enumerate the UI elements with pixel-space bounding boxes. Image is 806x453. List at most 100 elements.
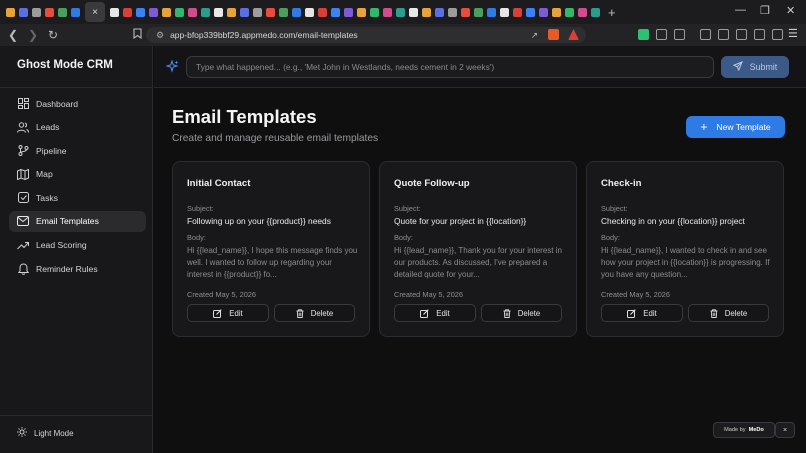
- close-badge-button[interactable]: ×: [775, 422, 795, 438]
- tab-favicon[interactable]: [357, 7, 366, 17]
- tab-favicon[interactable]: [461, 7, 470, 17]
- sidebar-item-map[interactable]: Map: [9, 164, 146, 185]
- brave-shield-icon[interactable]: [548, 29, 559, 40]
- subject-label: Subject:: [187, 204, 214, 213]
- maximize-icon[interactable]: ❐: [760, 4, 770, 17]
- sidebar-item-leads[interactable]: Leads: [9, 117, 146, 138]
- tab-favicon[interactable]: [279, 7, 288, 17]
- delete-button[interactable]: Delete: [688, 304, 769, 322]
- tab-favicon[interactable]: [565, 7, 574, 17]
- tab-favicon[interactable]: [409, 7, 418, 17]
- edit-button[interactable]: Edit: [187, 304, 269, 322]
- brand-title: Ghost Mode CRM: [17, 59, 113, 71]
- bookmark-icon[interactable]: [128, 28, 146, 42]
- delete-label: Delete: [724, 308, 748, 318]
- tab-favicon[interactable]: [396, 7, 405, 17]
- tab-favicon[interactable]: [188, 7, 197, 17]
- sidebar-item-dashboard[interactable]: Dashboard: [9, 93, 146, 114]
- extension-icon[interactable]: [656, 29, 667, 40]
- extension-icon[interactable]: [700, 29, 711, 40]
- tab-favicon[interactable]: [591, 7, 600, 17]
- command-input[interactable]: [186, 56, 714, 78]
- menu-icon[interactable]: ☰: [788, 27, 799, 40]
- tab-favicon[interactable]: [370, 7, 379, 17]
- tab-favicon[interactable]: [19, 7, 28, 17]
- tab-favicon[interactable]: [45, 7, 54, 17]
- tab-favicons: [4, 7, 82, 17]
- minimize-icon[interactable]: —: [735, 4, 746, 16]
- reload-icon[interactable]: ↻: [44, 28, 62, 42]
- back-icon[interactable]: ❮: [4, 28, 22, 42]
- tab-favicon[interactable]: [448, 7, 457, 17]
- delete-button[interactable]: Delete: [481, 304, 562, 322]
- made-by-badge[interactable]: Made by MeDo: [713, 422, 775, 438]
- edit-button[interactable]: Edit: [601, 304, 683, 322]
- tab-favicon[interactable]: [240, 7, 249, 17]
- tab-favicon[interactable]: [513, 7, 522, 17]
- template-subject: Quote for your project in {{location}}: [394, 216, 527, 226]
- tab-favicon[interactable]: [305, 7, 314, 17]
- tab-favicon[interactable]: [227, 7, 236, 17]
- address-bar[interactable]: ⚙ app-bfop339bbf29.appmedo.com/email-tem…: [146, 27, 586, 43]
- tab-favicon[interactable]: [383, 7, 392, 17]
- new-tab-button[interactable]: +: [608, 5, 616, 20]
- body-label: Body:: [187, 233, 206, 242]
- tab-favicon[interactable]: [526, 7, 535, 17]
- tab-favicon[interactable]: [331, 7, 340, 17]
- tab-favicon[interactable]: [123, 7, 132, 17]
- new-template-button[interactable]: + New Template: [686, 116, 785, 138]
- trash-icon: [503, 308, 511, 318]
- extension-icon[interactable]: [754, 29, 765, 40]
- submit-button[interactable]: Submit: [721, 56, 789, 78]
- sidebar-item-lead-scoring[interactable]: Lead Scoring: [9, 235, 146, 256]
- site-settings-icon[interactable]: ⚙: [156, 30, 164, 41]
- close-icon[interactable]: ×: [92, 7, 98, 18]
- url-text: app-bfop339bbf29.appmedo.com/email-templ…: [170, 30, 358, 40]
- bell-icon: [17, 263, 29, 275]
- tab-favicon[interactable]: [539, 7, 548, 17]
- sidebar-item-email-templates[interactable]: Email Templates: [9, 210, 146, 232]
- delete-button[interactable]: Delete: [274, 304, 355, 322]
- tab-favicon[interactable]: [292, 7, 301, 17]
- share-icon[interactable]: ↗: [531, 30, 538, 41]
- tab-favicon[interactable]: [162, 7, 171, 17]
- medo-logo: MeDo: [748, 427, 764, 433]
- tab-favicon[interactable]: [32, 7, 41, 17]
- close-window-icon[interactable]: ✕: [786, 4, 795, 17]
- extension-icon[interactable]: [736, 29, 747, 40]
- tab-favicon[interactable]: [214, 7, 223, 17]
- active-tab[interactable]: ×: [85, 2, 105, 22]
- tab-favicon[interactable]: [58, 7, 67, 17]
- tab-favicon[interactable]: [71, 7, 80, 17]
- sidebar-item-reminder-rules[interactable]: Reminder Rules: [9, 258, 146, 279]
- tab-favicon[interactable]: [344, 7, 353, 17]
- tab-favicon[interactable]: [318, 7, 327, 17]
- tab-favicon[interactable]: [474, 7, 483, 17]
- tab-favicon[interactable]: [136, 7, 145, 17]
- tab-favicon[interactable]: [435, 7, 444, 17]
- tab-favicon[interactable]: [422, 7, 431, 17]
- extension-icon[interactable]: [772, 29, 783, 40]
- edit-label: Edit: [643, 308, 657, 318]
- tab-favicon[interactable]: [578, 7, 587, 17]
- sidebar-item-tasks[interactable]: Tasks: [9, 187, 146, 208]
- extension-icon[interactable]: [674, 29, 685, 40]
- light-mode-toggle[interactable]: Light Mode: [17, 427, 74, 439]
- sidebar-item-pipeline[interactable]: Pipeline: [9, 140, 146, 161]
- tab-favicon[interactable]: [201, 7, 210, 17]
- sun-icon: [17, 427, 27, 439]
- extension-icon[interactable]: [718, 29, 729, 40]
- browser-tab-strip: × +: [0, 0, 806, 24]
- tab-favicon[interactable]: [487, 7, 496, 17]
- extension-icon[interactable]: [638, 29, 649, 40]
- tab-favicon[interactable]: [149, 7, 158, 17]
- tab-favicon[interactable]: [175, 7, 184, 17]
- tab-favicon[interactable]: [266, 7, 275, 17]
- tab-favicon[interactable]: [552, 7, 561, 17]
- tab-favicon[interactable]: [500, 7, 509, 17]
- tab-favicon[interactable]: [110, 7, 119, 17]
- tab-favicon[interactable]: [6, 7, 15, 17]
- forward-icon[interactable]: ❯: [24, 28, 42, 42]
- tab-favicon[interactable]: [253, 7, 262, 17]
- edit-button[interactable]: Edit: [394, 304, 476, 322]
